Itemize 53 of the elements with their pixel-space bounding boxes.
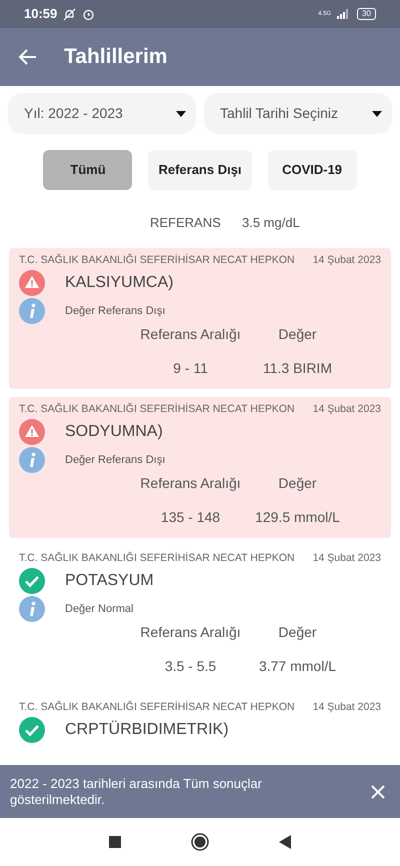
result-value: 129.5 mmol/L xyxy=(254,509,341,526)
warning-icon xyxy=(19,270,45,296)
home-icon[interactable] xyxy=(191,833,209,851)
filter-tab[interactable]: Tümü xyxy=(43,150,132,190)
value-label: Değer xyxy=(277,624,318,641)
range-value: 135 - 148 xyxy=(160,509,222,526)
caret-icon xyxy=(372,110,382,116)
hospital-name: T.C. SAĞLIK BAKANLIĞI SEFERİHİSAR NECAT HEPKON xyxy=(19,700,295,714)
hospital-name: T.C. SAĞLIK BAKANLIĞI SEFERİHİSAR NECAT HEPKON xyxy=(19,402,295,416)
result-date: 14 Şubat 2023 xyxy=(312,700,381,714)
result-value: 11.3 BIRIM xyxy=(262,360,333,377)
status-text: Değer Referans Dışı xyxy=(65,452,166,468)
info-icon xyxy=(19,298,45,324)
test-name: CRPTÜRBIDIMETRIK) xyxy=(65,720,229,740)
result-date: 14 Şubat 2023 xyxy=(312,402,381,416)
dropdown[interactable]: Yıl: 2022 - 2023 xyxy=(8,93,196,134)
value-label: Değer xyxy=(277,475,318,492)
clock: 10:59 xyxy=(24,5,58,24)
hospital-name: T.C. SAĞLIK BAKANLIĞI SEFERİHİSAR NECAT HEPKON xyxy=(19,253,295,267)
range-label: Referans Aralığı xyxy=(139,624,242,641)
result-date: 14 Şubat 2023 xyxy=(312,253,381,267)
reference-value: 3.5 mg/dL xyxy=(242,215,301,231)
reference-label: REFERANS xyxy=(150,215,222,231)
result-value: 3.77 mmol/L xyxy=(258,658,338,675)
filter-tab[interactable]: COVID-19 xyxy=(268,150,357,190)
back-icon[interactable] xyxy=(18,47,38,67)
status-text: Değer Referans Dışı xyxy=(65,304,166,319)
close-icon[interactable] xyxy=(370,784,386,800)
alarm-icon xyxy=(82,8,96,20)
dropdown[interactable]: Tahlil Tarihi Seçiniz xyxy=(204,93,392,134)
result-date: 14 Şubat 2023 xyxy=(312,551,381,565)
filter-tab[interactable]: Referans Dışı xyxy=(148,150,252,190)
page-title: Tahlillerim xyxy=(64,44,168,70)
range-value: 3.5 - 5.5 xyxy=(164,658,218,675)
battery-icon: 30 xyxy=(357,8,376,20)
range-label: Referans Aralığı xyxy=(139,475,242,492)
value-label: Değer xyxy=(277,326,318,343)
test-name: KALSIYUMCA) xyxy=(65,273,174,293)
range-label: Referans Aralığı xyxy=(139,326,242,343)
back-nav-icon[interactable] xyxy=(279,835,291,849)
test-name: SODYUMNA) xyxy=(65,422,163,442)
info-icon xyxy=(19,596,45,622)
status-text: Değer Normal xyxy=(65,602,134,617)
check-icon xyxy=(19,568,45,594)
check-icon xyxy=(19,717,45,743)
info-icon xyxy=(19,447,45,473)
test-name: POTASYUM xyxy=(65,571,154,591)
snackbar-message: 2022 - 2023 tarihleri arasında Tüm sonuçlar gösterilmektedir. xyxy=(10,776,263,808)
caret-icon xyxy=(176,110,186,116)
warning-icon xyxy=(19,419,45,445)
range-value: 9 - 11 xyxy=(172,360,209,377)
hospital-name: T.C. SAĞLIK BAKANLIĞI SEFERİHİSAR NECAT HEPKON xyxy=(19,551,295,565)
bell-off-icon xyxy=(63,8,76,20)
